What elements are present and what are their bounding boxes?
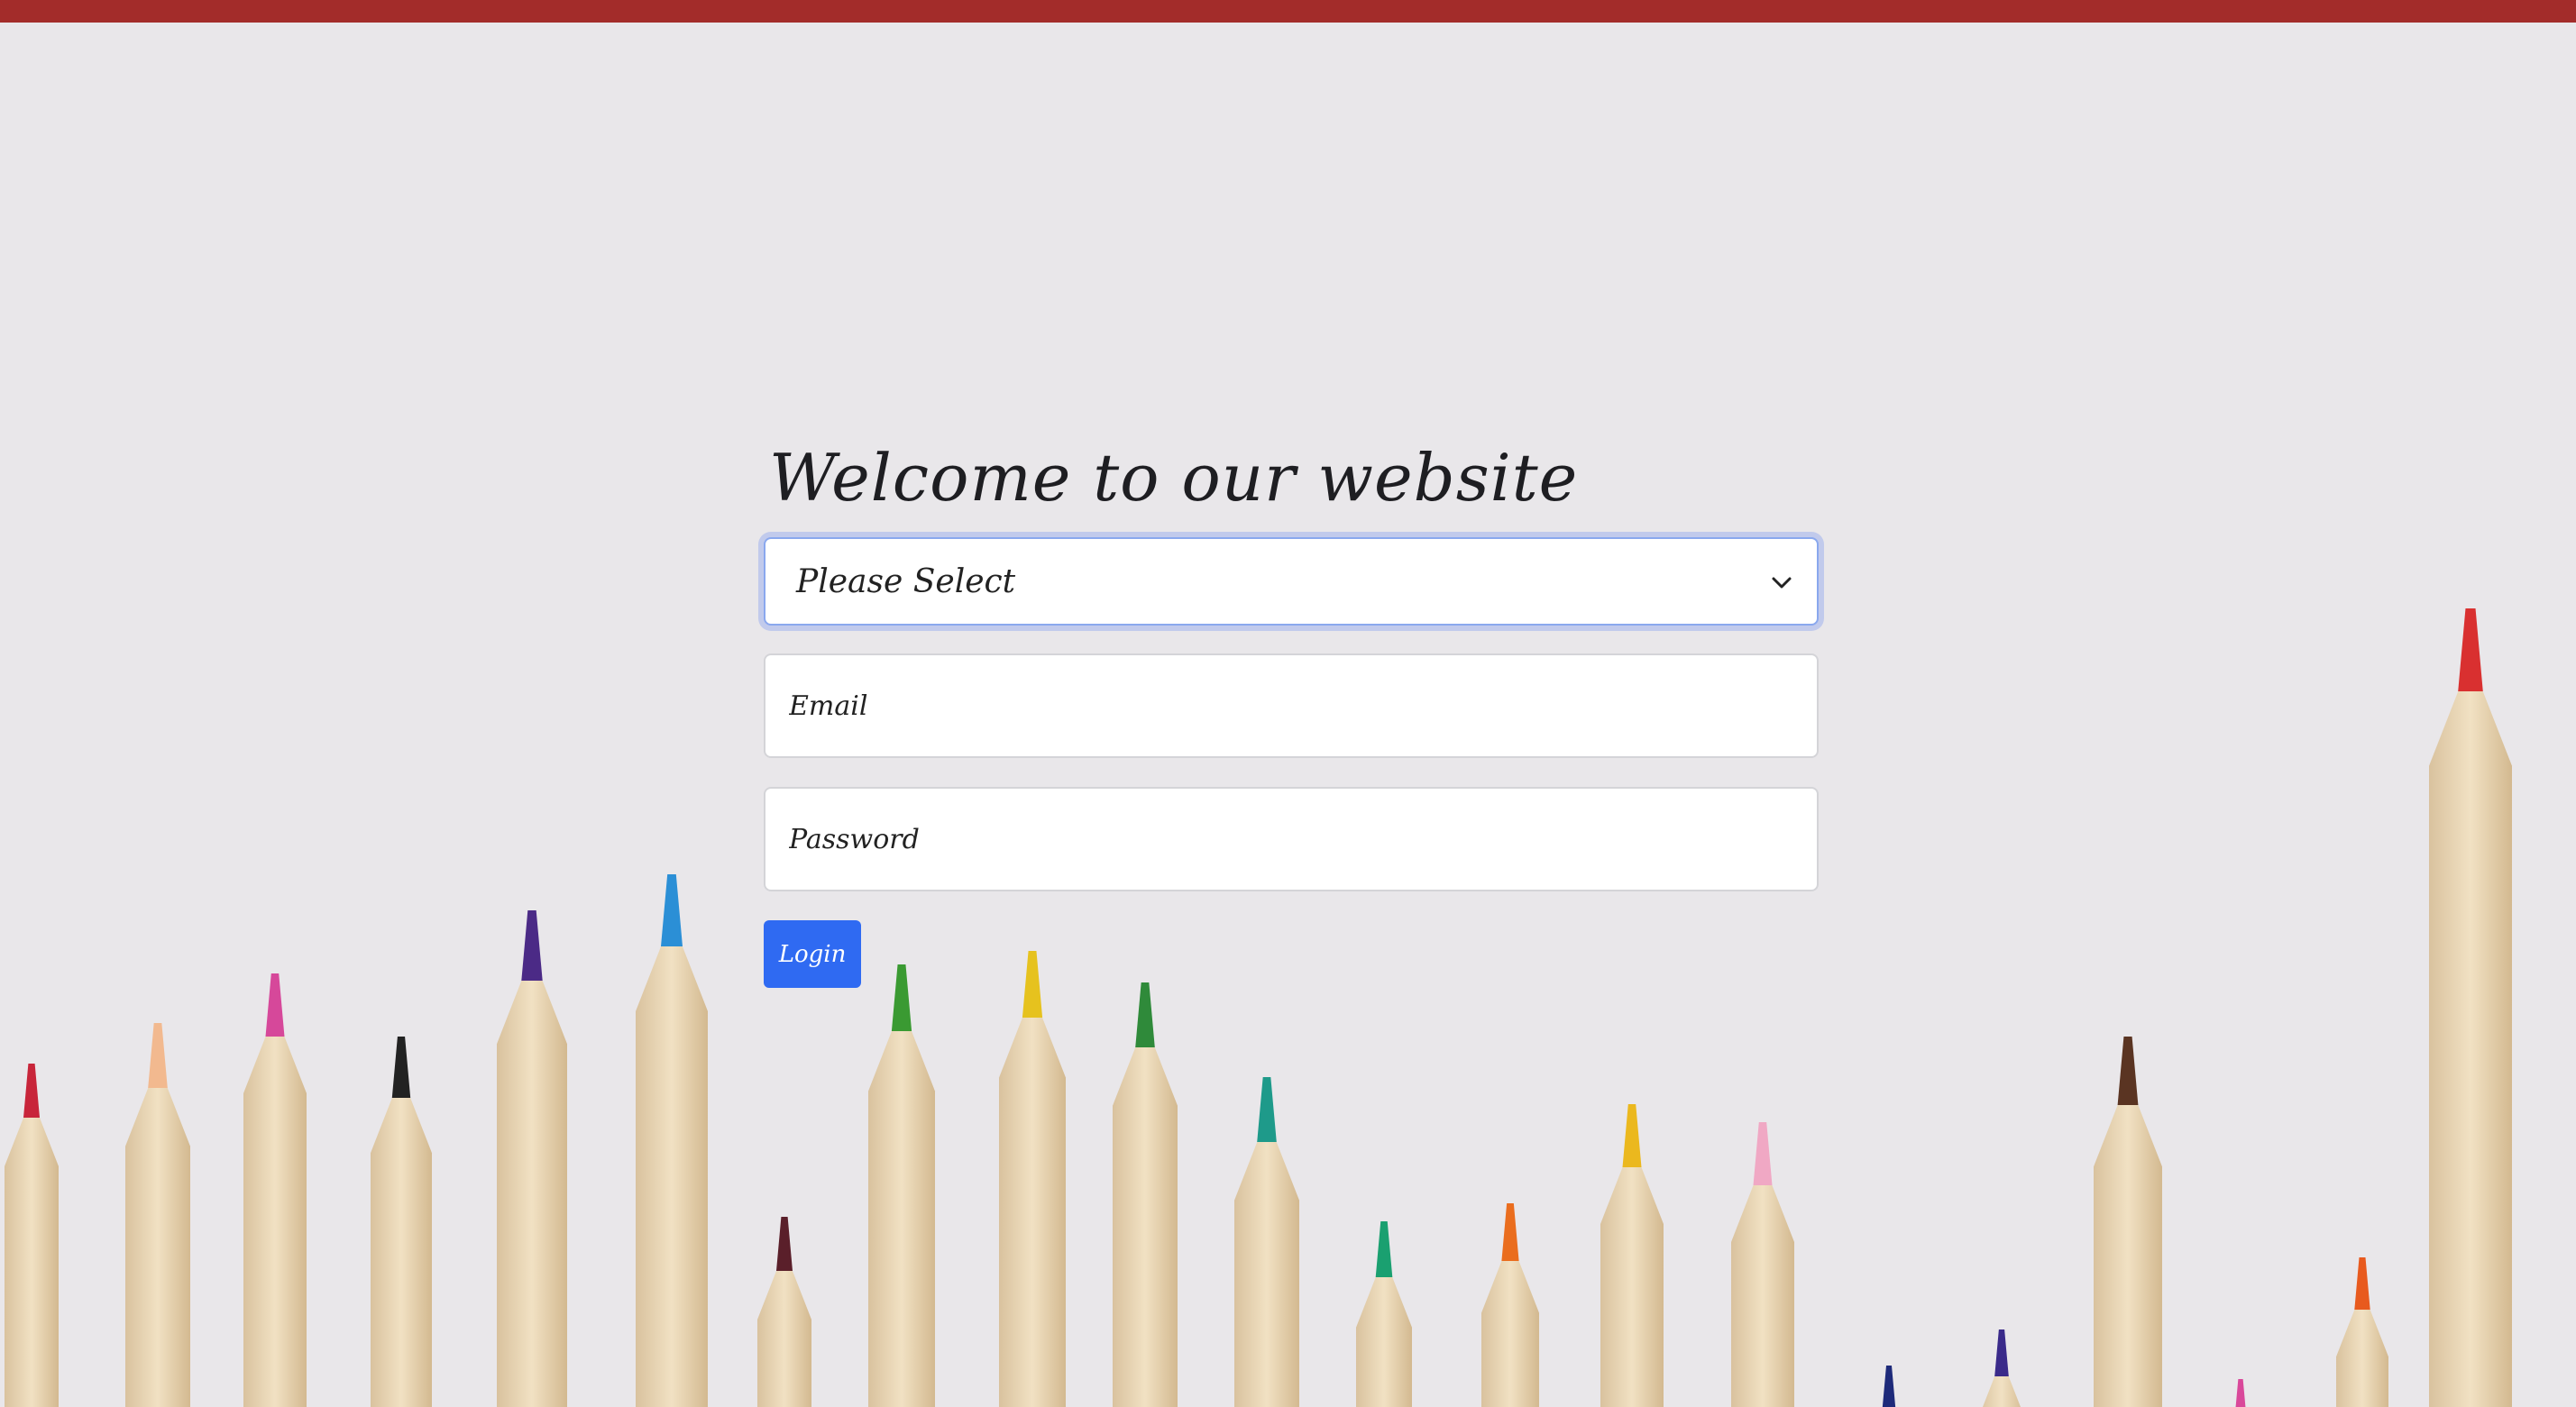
pencil-tip [1135, 982, 1155, 1047]
pencil-body [1113, 1040, 1178, 1407]
pencil-body [636, 939, 708, 1407]
pencil-tip [891, 964, 912, 1031]
pencil-tip [1257, 1077, 1277, 1142]
pencil-body [1234, 1135, 1299, 1407]
pencil-tip [776, 1217, 793, 1271]
pencil-tip [148, 1023, 168, 1088]
pencil-tip [265, 973, 285, 1037]
pencil-tip [1882, 1366, 1896, 1407]
pencil-body [125, 1081, 190, 1407]
pencil-body [2429, 682, 2512, 1407]
pencil-tip [2117, 1037, 2139, 1105]
email-field[interactable] [764, 653, 1819, 758]
pencil-body [5, 1112, 59, 1407]
pencil-tip [1501, 1203, 1519, 1261]
pencil-body [2094, 1098, 2162, 1407]
pencil-tip [1994, 1329, 2009, 1376]
pencil-body [999, 1010, 1066, 1407]
pencil-tip [391, 1037, 411, 1098]
pencil-body [757, 1265, 811, 1407]
pencil-body [1481, 1255, 1539, 1407]
pencil-tip [521, 910, 543, 981]
chevron-down-icon [1772, 577, 1792, 589]
pencil-body [371, 1092, 432, 1407]
pencil-tip [2235, 1379, 2246, 1407]
pencil-body [1731, 1179, 1794, 1407]
pencil-tip [1375, 1221, 1393, 1277]
page-title: Welcome to our website [769, 440, 1579, 516]
role-select-value: Please Select [796, 562, 1016, 600]
pencil-tip [23, 1064, 40, 1118]
pencil-tip [2354, 1257, 2370, 1310]
pencil-body [868, 1024, 935, 1407]
pencil-tip [1022, 951, 1043, 1018]
login-form: Welcome to our website Please Select Log… [764, 433, 1819, 988]
login-button[interactable]: Login [764, 920, 861, 988]
pencil-tip [1753, 1122, 1773, 1185]
pencil-body [497, 973, 567, 1407]
pencil-body [243, 1030, 307, 1407]
pencil-body [2336, 1304, 2388, 1407]
password-field[interactable] [764, 787, 1819, 891]
pencil-tip [661, 874, 683, 946]
pencil-tip [1622, 1104, 1642, 1167]
pencil-body [1356, 1271, 1412, 1407]
pencil-body [1978, 1371, 2025, 1407]
pencil-tip [2458, 608, 2483, 691]
role-select[interactable]: Please Select [764, 537, 1819, 626]
pencil-body [1600, 1161, 1664, 1407]
